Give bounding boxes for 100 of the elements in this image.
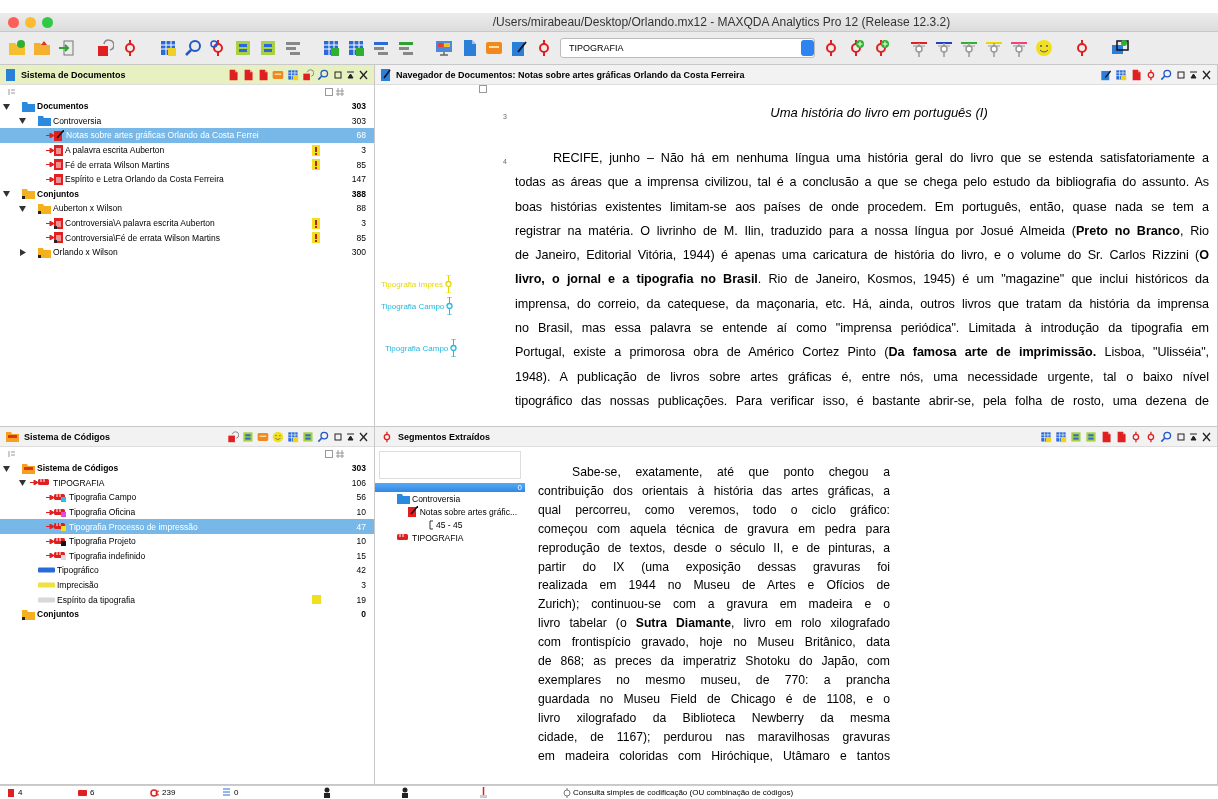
item-count: 303 <box>350 101 366 112</box>
lines-icon <box>222 787 231 798</box>
undo-icon[interactable] <box>96 39 114 57</box>
copy-icon[interactable] <box>1111 39 1129 57</box>
tree-item[interactable]: Orlando x Wilson 300 <box>0 244 374 260</box>
document-icon[interactable] <box>257 68 269 81</box>
grid-icon[interactable] <box>234 39 252 57</box>
folder-icon[interactable] <box>33 39 51 57</box>
tree-item[interactable]: TIPOGRAFIA <box>375 531 525 544</box>
table-icon[interactable] <box>287 430 299 443</box>
table-icon[interactable] <box>322 39 340 57</box>
bars-icon[interactable] <box>372 39 390 57</box>
search-icon[interactable] <box>184 39 202 57</box>
tree-item[interactable]: Controversia 303 <box>0 113 374 129</box>
close-button[interactable] <box>8 16 19 28</box>
folder-plus-icon[interactable] <box>8 39 26 57</box>
memo-column-icon[interactable] <box>325 450 333 458</box>
undo-icon[interactable] <box>227 430 239 443</box>
pane-controls-icon[interactable] <box>334 431 368 442</box>
document-icon[interactable] <box>1100 430 1112 443</box>
pen-icon[interactable] <box>1100 68 1112 81</box>
search-field[interactable] <box>379 451 521 479</box>
tree-item[interactable]: Espírito e Letra Orlando da Costa Ferreira 147 <box>0 171 374 187</box>
tree-item[interactable]: Imprecisão 3 <box>0 577 374 593</box>
pane-controls-icon[interactable] <box>1177 431 1211 442</box>
panel-title: Navegador de Documentos: Notas sobre artes gráficas Orlando da Costa Ferreira <box>396 69 746 80</box>
document-icon[interactable] <box>1130 68 1142 81</box>
memo-column-icon[interactable] <box>479 85 487 93</box>
table-icon[interactable] <box>347 39 365 57</box>
document-icon[interactable] <box>242 68 254 81</box>
table-icon[interactable] <box>1040 430 1052 443</box>
table-icon[interactable] <box>1055 430 1067 443</box>
pane-controls-icon[interactable] <box>1177 69 1211 80</box>
tree-item[interactable]: Tipografia Campo 56 <box>0 490 374 505</box>
stripe-icon[interactable] <box>935 39 953 57</box>
item-label: Notas sobre artes gráfic... <box>419 506 517 517</box>
status-count: 0 <box>234 788 239 797</box>
search-icon[interactable] <box>317 430 329 443</box>
pen-icon[interactable] <box>510 39 528 57</box>
undo-icon[interactable] <box>302 68 314 81</box>
tree-item[interactable]: Espírito da tipografia 19 <box>0 592 374 607</box>
grid-icon[interactable] <box>259 39 277 57</box>
tree-item[interactable]: TIPOGRAFIA 106 <box>0 475 374 491</box>
expanded-triangle-icon[interactable] <box>2 190 10 198</box>
table-icon[interactable] <box>159 39 177 57</box>
pin-icon[interactable] <box>478 787 488 798</box>
expanded-triangle-icon[interactable] <box>18 117 26 125</box>
person-icon[interactable] <box>400 787 410 798</box>
tree-item[interactable]: Notas sobre artes gráfic... <box>375 505 525 518</box>
coding-stripe-icon[interactable] <box>450 339 458 357</box>
pen-icon <box>381 68 391 81</box>
text-line: todas as áreas que a imprensa civilizou, tal é a conclusão a que se chega pelo estudo da bibliografia do assunto. As <box>515 174 1209 192</box>
tree-item[interactable]: Tipográfico 42 <box>0 563 374 578</box>
person-icon[interactable] <box>322 787 332 798</box>
tree-item[interactable]: Documentos 303 <box>0 99 374 114</box>
tree-item[interactable]: A palavra escrita Auberton 3 <box>0 142 374 158</box>
grid-icon[interactable] <box>302 430 314 443</box>
tree-item[interactable]: Tipografia indefinido 15 <box>0 548 374 564</box>
smiley-icon[interactable] <box>272 430 284 443</box>
expanded-triangle-icon[interactable] <box>18 479 26 487</box>
bars-icon[interactable] <box>397 39 415 57</box>
tree-item[interactable]: 45 - 45 <box>375 518 525 531</box>
tree-item[interactable]: Conjuntos 0 <box>0 606 374 622</box>
import-icon[interactable] <box>58 39 76 57</box>
tree-item[interactable]: Controversia <box>375 492 525 505</box>
tree-item[interactable]: Sistema de Códigos 303 <box>0 461 374 476</box>
item-count: 106 <box>350 477 366 488</box>
table-icon[interactable] <box>1115 68 1127 81</box>
expanded-triangle-icon[interactable] <box>18 204 26 212</box>
stripe-icon[interactable] <box>910 39 928 57</box>
grid-icon[interactable] <box>1070 430 1082 443</box>
tree-item[interactable]: Controversia\A palavra escrita Auberton 3 <box>0 215 374 231</box>
text-line: livro tabelar (o Sutra Diamante, livro em rolo xilografado <box>538 615 890 633</box>
grid-icon[interactable] <box>242 430 254 443</box>
smiley-icon[interactable] <box>1035 39 1053 57</box>
document-icon[interactable] <box>1115 430 1127 443</box>
tree-item[interactable]: Fé de errata Wilson Martins 85 <box>0 157 374 172</box>
expanded-triangle-icon[interactable] <box>2 464 10 472</box>
search-icon[interactable] <box>317 68 329 81</box>
document-icon[interactable] <box>227 68 239 81</box>
tree-item[interactable]: Auberton x Wilson 88 <box>0 201 374 216</box>
tree-item[interactable]: Tipografia Oficina 10 <box>0 504 374 520</box>
grid-icon[interactable] <box>1085 430 1097 443</box>
text-line: reprodução de textos, desde o século II, e de pinturas, a <box>538 539 890 557</box>
monitor-icon[interactable] <box>435 39 453 57</box>
search-icon[interactable] <box>1160 68 1172 81</box>
table-icon[interactable] <box>287 68 299 81</box>
coding-stripe-icon[interactable] <box>446 297 454 315</box>
memo-column-icon[interactable] <box>325 88 333 96</box>
stripe-icon[interactable] <box>1010 39 1028 57</box>
tree-item[interactable]: Conjuntos 388 <box>0 186 374 202</box>
search-icon[interactable] <box>1160 430 1172 443</box>
tree-item[interactable]: Tipografia Projeto 10 <box>0 533 374 549</box>
tree-item[interactable]: Controversia\Fé de errata Wilson Martins 85 <box>0 230 374 245</box>
card-icon[interactable] <box>257 430 269 443</box>
item-count: 47 <box>355 521 366 532</box>
expanded-triangle-icon[interactable] <box>2 102 10 110</box>
code-dropdown[interactable]: TIPOGRAFIA <box>560 38 815 58</box>
pane-controls-icon[interactable] <box>334 69 368 80</box>
collapsed-triangle-icon[interactable] <box>18 248 26 256</box>
